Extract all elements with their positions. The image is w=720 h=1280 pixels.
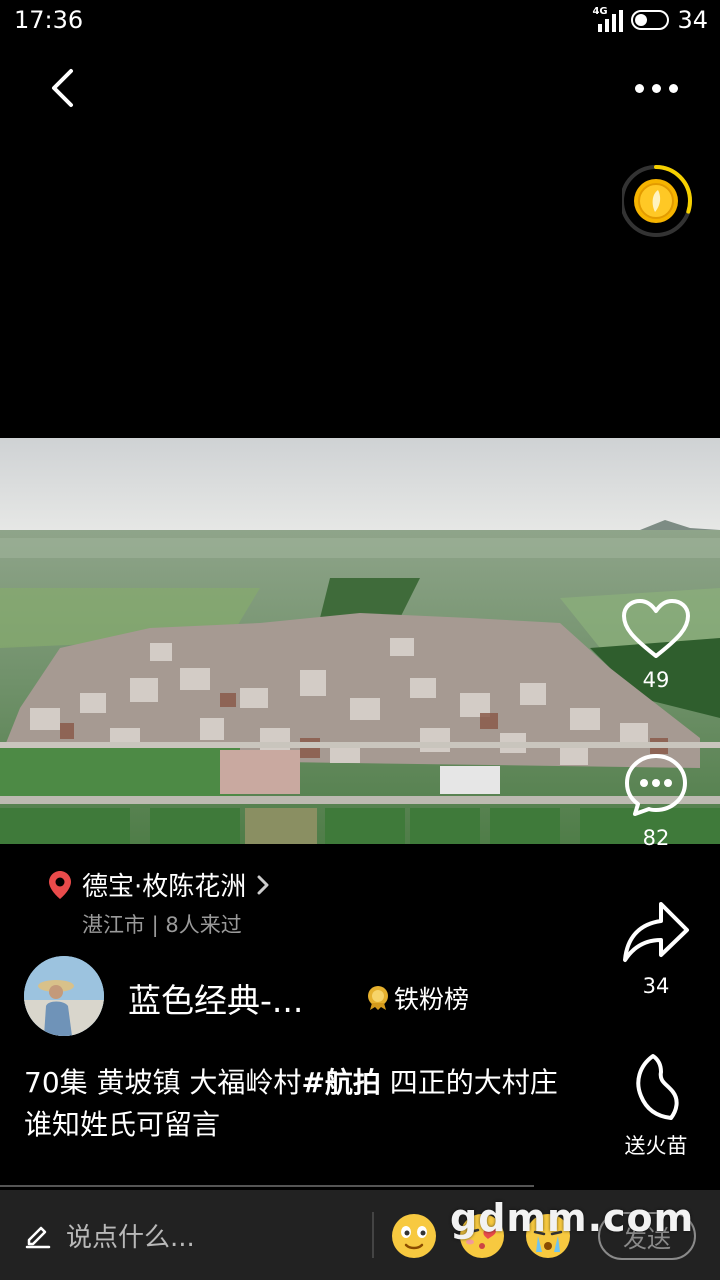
input-separator <box>372 1212 374 1258</box>
back-button[interactable] <box>40 66 84 110</box>
comment-input-bar: 说点什么... 发送 <box>0 1190 720 1280</box>
status-indicators: 4G 34 <box>592 6 708 34</box>
location-subtitle: 湛江市 | 8人来过 <box>82 913 242 937</box>
caption-text-start: 70集 黄坡镇 大福岭村 <box>24 1066 302 1099</box>
smile-emoji-icon[interactable] <box>390 1212 438 1260</box>
status-time: 17:36 <box>14 6 84 34</box>
video-caption: 70集 黄坡镇 大福岭村#航拍 四正的大村庄 谁知姓氏可留言 <box>24 1062 564 1146</box>
smile-emoji-graphic <box>392 1214 436 1258</box>
location-pin-icon <box>49 870 71 899</box>
location-tag[interactable]: 德宝·枚陈花洲 湛江市 | 8人来过 <box>48 866 270 939</box>
kiss-emoji-graphic <box>460 1214 504 1258</box>
pencil-icon <box>25 1226 51 1249</box>
comment-count: 82 <box>642 826 670 850</box>
battery-icon <box>631 10 670 30</box>
network-type: 4G <box>592 6 608 17</box>
coin-reward-timer[interactable] <box>620 160 698 242</box>
comment-bubble-icon <box>625 754 687 816</box>
heart-icon <box>622 599 690 658</box>
fan-rank-button[interactable]: 铁粉榜 <box>366 980 469 1016</box>
kiss-emoji-icon[interactable] <box>458 1212 506 1260</box>
location-name: 德宝·枚陈花洲 <box>82 872 247 902</box>
send-fire-button[interactable]: 送火苗 <box>606 1052 706 1160</box>
gold-coin-icon <box>620 165 692 237</box>
signal-icon: 4G <box>592 6 624 32</box>
cry-emoji-graphic <box>526 1214 570 1258</box>
medal-icon <box>368 986 388 1010</box>
chevron-left-icon <box>52 69 73 107</box>
progress-divider <box>0 1185 534 1187</box>
status-bar: 17:36 4G 34 <box>0 0 720 40</box>
like-button[interactable]: 49 <box>606 598 706 692</box>
flame-icon <box>636 1054 679 1120</box>
more-dots-icon <box>634 83 644 93</box>
battery-level: 34 <box>677 6 708 34</box>
share-button[interactable]: 34 <box>606 900 706 998</box>
share-arrow-icon <box>623 902 689 962</box>
comment-button[interactable]: 82 <box>606 752 706 850</box>
share-count: 34 <box>642 974 670 998</box>
fan-rank-label: 铁粉榜 <box>394 985 470 1014</box>
more-options-button[interactable] <box>626 68 686 108</box>
chevron-right-icon <box>257 875 269 894</box>
caption-hashtag[interactable]: #航拍 <box>301 1066 380 1099</box>
comment-input[interactable]: 说点什么... <box>24 1212 195 1258</box>
like-count: 49 <box>642 668 670 692</box>
author-avatar[interactable] <box>24 956 104 1036</box>
send-fire-label: 送火苗 <box>624 1134 688 1158</box>
comment-placeholder: 说点什么... <box>66 1222 195 1253</box>
avatar-image <box>24 956 104 1036</box>
author-name[interactable]: 蓝色经典-... <box>128 974 303 1022</box>
cry-emoji-icon[interactable] <box>524 1212 572 1260</box>
send-button[interactable]: 发送 <box>598 1212 696 1260</box>
